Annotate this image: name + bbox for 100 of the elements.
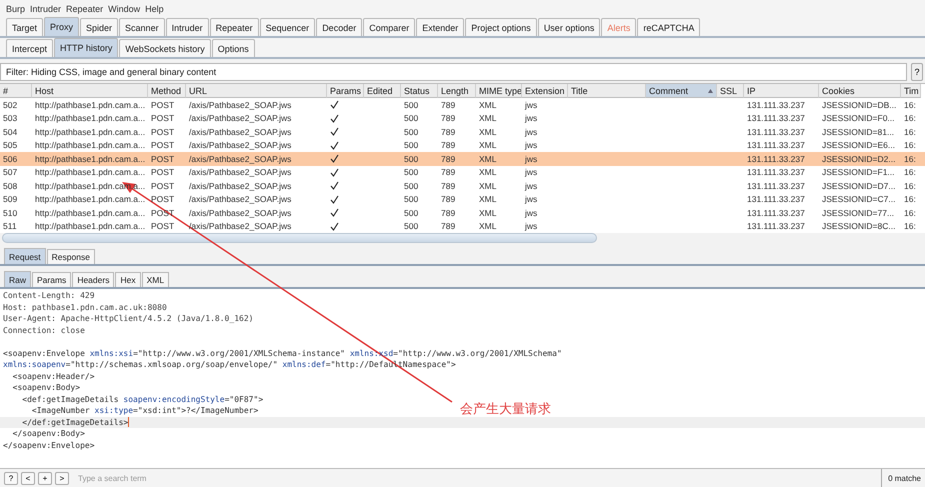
search-nav-button[interactable]: > (55, 472, 69, 484)
tab[interactable]: Headers (72, 272, 114, 287)
column-header[interactable]: Comment (646, 84, 717, 98)
tab[interactable]: WebSockets history (119, 39, 211, 57)
tab[interactable]: Extender (416, 18, 464, 36)
table-cell-text: jws (524, 180, 538, 192)
tab[interactable]: Comparer (363, 18, 416, 36)
column-header[interactable]: # (0, 84, 32, 98)
table-cell-text: 511 (2, 220, 18, 233)
annotation-text: 会产生大量请求 (460, 401, 551, 418)
tab[interactable]: Decoder (316, 18, 362, 36)
table-cell-text: 16: (903, 220, 917, 233)
tab[interactable]: Response (46, 249, 95, 264)
table-cell-text: 500 (403, 193, 420, 206)
tab[interactable]: User options (538, 18, 600, 36)
table-cell-text: XML (478, 126, 498, 138)
menu-item[interactable]: Intruder (30, 4, 62, 14)
column-header[interactable]: SSL (717, 84, 744, 98)
table-cell-text: 500 (403, 126, 420, 138)
table-cell-text: 131.111.33.237 (746, 193, 806, 206)
table-cell-text: POST (150, 193, 176, 206)
menu-item[interactable]: Window (108, 4, 140, 14)
search-nav-button[interactable]: + (38, 472, 52, 484)
table-cell-text: 131.111.33.237 (746, 98, 806, 112)
table-cell-text: POST (150, 126, 176, 138)
search-nav-button[interactable]: < (21, 472, 35, 484)
tab[interactable]: Spider (80, 18, 118, 36)
column-header[interactable]: Title (568, 84, 646, 98)
table-cell-text: /axis/Pathbase2_SOAP.jws (188, 206, 292, 220)
column-header[interactable]: Extension (522, 84, 568, 98)
column-header[interactable]: Length (438, 84, 476, 98)
table-cell-text: 16: (903, 166, 917, 179)
tab[interactable]: reCAPTCHA (637, 18, 700, 36)
table-cell-text: jws (524, 206, 538, 220)
table-cell-text: http://pathbase1.pdn.cam.a... (34, 152, 146, 166)
table-row[interactable]: 506 http://pathbase1.pdn.cam.a... POST /axis/Pathbase2_SOAP.jws 500 789 XML jws 131.111.33.237 JSESSIONID=D2... 16: (0, 152, 925, 166)
table-cell-text: jws (524, 193, 538, 206)
table-cell-text: JSESSIONID=77... (821, 206, 896, 220)
table-row[interactable]: 507 http://pathbase1.pdn.cam.a... POST /axis/Pathbase2_SOAP.jws 500 789 XML jws 131.111.33.237 JSESSIONID=F1... 16: (0, 166, 925, 179)
table-cell-text: 504 (2, 126, 18, 138)
menu-item[interactable]: Repeater (66, 4, 104, 14)
tab[interactable]: Options (212, 39, 255, 57)
table-cell-text: jws (524, 98, 538, 112)
tab[interactable]: Repeater (210, 18, 259, 36)
table-cell-text: 16: (903, 180, 917, 192)
menu-item[interactable]: Help (145, 4, 164, 14)
sort-icon (708, 88, 713, 92)
table-cell-text: http://pathbase1.pdn.cam.a... (34, 220, 146, 233)
table-cell-text: 131.111.33.237 (746, 220, 806, 233)
table-cell-text: jws (524, 220, 538, 233)
help-button[interactable]: ? (911, 63, 923, 81)
filter-bar[interactable]: Filter: Hiding CSS, image and general binary content (0, 63, 907, 81)
table-cell-text: 131.111.33.237 (746, 152, 806, 166)
table-cell-text: POST (150, 112, 176, 125)
scrollbar[interactable] (2, 233, 597, 243)
column-header[interactable]: Cookies (819, 84, 901, 98)
table-cell-text: 500 (403, 112, 420, 125)
table-cell-text: 507 (2, 166, 18, 179)
column-header[interactable]: Params (327, 84, 364, 98)
table-cell-text: JSESSIONID=F1... (821, 166, 896, 179)
column-header[interactable]: IP (744, 84, 819, 98)
table-cell-text: jws (524, 139, 538, 152)
tab[interactable]: HTTP history (54, 38, 118, 57)
table-cell-text: /axis/Pathbase2_SOAP.jws (188, 152, 292, 166)
tab[interactable]: Project options (465, 18, 537, 36)
table-cell-text: XML (478, 220, 498, 233)
column-header[interactable]: Host (32, 84, 148, 98)
tab[interactable]: XML (142, 272, 170, 287)
tab[interactable]: Sequencer (260, 18, 316, 36)
table-cell-text: POST (150, 166, 176, 179)
tab[interactable]: Proxy (44, 17, 80, 36)
column-header[interactable]: Status (401, 84, 438, 98)
table-cell-text: http://pathbase1.pdn.cam.a... (34, 98, 146, 112)
table-cell-text: POST (150, 139, 176, 152)
column-header[interactable]: Method (148, 84, 186, 98)
table-cell-text: 16: (903, 206, 917, 220)
tab[interactable]: Raw (4, 271, 32, 287)
table-cell-text: 505 (2, 139, 18, 152)
table-cell-text: 16: (903, 112, 917, 125)
search-field[interactable]: Type a search term (76, 471, 236, 485)
table-cell-text: 789 (440, 152, 456, 166)
tab[interactable]: Params (32, 272, 72, 287)
table-cell-text: POST (150, 180, 176, 192)
table-cell-text: XML (478, 139, 498, 152)
search-nav-button[interactable]: ? (4, 472, 18, 484)
tab[interactable]: Request (4, 248, 46, 264)
tab[interactable]: Intercept (6, 39, 54, 57)
column-header[interactable]: URL (186, 84, 327, 98)
table-cell-text: JSESSIONID=F0... (821, 112, 896, 125)
table-cell-text: http://pathbase1.pdn.cam.a... (34, 112, 146, 125)
table-cell-text: /axis/Pathbase2_SOAP.jws (188, 112, 292, 125)
column-header[interactable]: Tim (901, 84, 921, 98)
tab[interactable]: Hex (115, 272, 141, 287)
table-cell-text: JSESSIONID=8C... (821, 220, 896, 233)
tab[interactable]: Scanner (119, 18, 165, 36)
tab[interactable]: Intruder (166, 18, 209, 36)
menu-item[interactable]: Burp (6, 4, 26, 14)
column-header[interactable]: Edited (364, 84, 401, 98)
tab[interactable]: Target (6, 18, 44, 36)
table-cell-text: 506 (2, 152, 18, 166)
